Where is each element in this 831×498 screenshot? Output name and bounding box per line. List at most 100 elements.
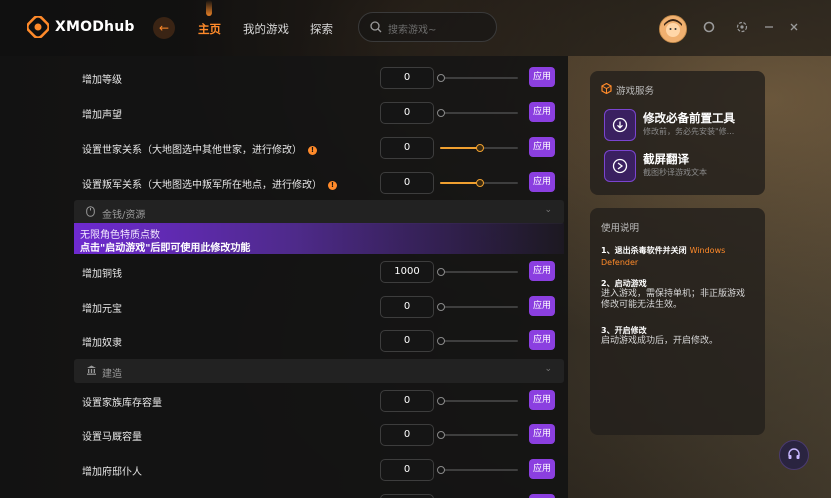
step-body: 进入游戏，需保持单机；非正版游戏修改可能无法生效。 <box>601 289 746 310</box>
mod-label: 增加元宝 <box>82 304 122 315</box>
value-slider[interactable] <box>437 466 518 474</box>
slider-handle[interactable] <box>437 466 445 474</box>
value-input[interactable]: 1000 <box>380 261 434 283</box>
value-input[interactable]: 0 <box>380 296 434 318</box>
mod-row: 设置叛军关系（大地图选中叛军所在地点，进行修改）! 0 应用 <box>70 166 568 200</box>
brand-name: XMODhub <box>55 19 135 35</box>
usage-step-3: 3、开启修改 启动游戏成功后，开启修改。 <box>601 325 753 347</box>
slider-handle[interactable] <box>476 179 484 187</box>
service-title: 修改必备前置工具 <box>643 111 735 125</box>
value-slider[interactable] <box>437 303 518 311</box>
search-input[interactable]: 搜索游戏~ <box>358 12 497 42</box>
value-input[interactable]: 0 <box>380 67 434 89</box>
apply-button[interactable]: 应用 <box>529 261 555 281</box>
translate-icon <box>604 150 636 182</box>
value-input[interactable]: 0 <box>380 102 434 124</box>
service-subtitle: 截图秒译游戏文本 <box>643 168 707 177</box>
slider-handle[interactable] <box>476 144 484 152</box>
section-header-money[interactable]: 金钱/资源 ⌄ <box>74 200 564 224</box>
apply-button[interactable]: 应用 <box>529 459 555 479</box>
mod-label: 增加声望 <box>82 110 122 121</box>
apply-button[interactable]: 应用 <box>529 137 555 157</box>
step-body: 启动游戏成功后，开启修改。 <box>601 336 719 346</box>
mod-row: 增加等级 0 应用 <box>70 61 568 95</box>
value-slider[interactable] <box>437 397 518 405</box>
mod-row: 增加声望 0 应用 <box>70 96 568 130</box>
apply-button[interactable]: 应用 <box>529 172 555 192</box>
nav-home[interactable]: 主页 <box>198 21 221 37</box>
slider-handle[interactable] <box>437 397 445 405</box>
nav-explore[interactable]: 探索 <box>310 21 333 37</box>
avatar[interactable] <box>659 15 687 43</box>
slider-handle[interactable] <box>437 431 445 439</box>
arrow-left-icon: ← <box>158 21 170 35</box>
service-title: 截屏翻译 <box>643 152 689 166</box>
close-icon[interactable] <box>787 20 801 34</box>
feature-banner: 无限角色特质点数 点击"启动游戏"后即可使用此修改功能 <box>74 223 564 254</box>
service-screenshot-translate[interactable]: 截屏翻译 截图秒译游戏文本 <box>604 150 764 184</box>
building-icon <box>86 365 97 378</box>
value-slider[interactable] <box>437 74 518 82</box>
apply-button[interactable]: 应用 <box>529 67 555 87</box>
value-input[interactable]: 0 <box>380 424 434 446</box>
value-slider[interactable] <box>440 144 518 152</box>
mods-panel: 增加等级 0 应用 增加声望 0 应用 设置世家关系（大地图选中其他世家，进行修… <box>70 56 568 498</box>
section-header-build[interactable]: 建造 ⌄ <box>74 359 564 383</box>
support-button[interactable] <box>779 440 809 470</box>
apply-button[interactable]: 应用 <box>529 330 555 350</box>
usage-step-2: 2、启动游戏 进入游戏，需保持单机；非正版游戏修改可能无法生效。 <box>601 278 753 311</box>
slider-handle[interactable] <box>437 74 445 82</box>
apply-button[interactable]: 应用 <box>529 102 555 122</box>
value-input[interactable]: 0 <box>380 172 434 194</box>
active-tab-indicator <box>206 0 212 16</box>
logo-icon <box>26 15 50 39</box>
warning-icon[interactable]: ! <box>308 146 317 155</box>
slider-handle[interactable] <box>437 337 445 345</box>
slider-handle[interactable] <box>437 303 445 311</box>
search-placeholder: 搜索游戏~ <box>388 25 437 36</box>
value-slider[interactable] <box>437 431 518 439</box>
apply-button[interactable]: 应用 <box>529 390 555 410</box>
mouse-icon <box>86 206 95 220</box>
section-title: 金钱/资源 <box>102 210 146 221</box>
mod-label: 设置家族库存容量 <box>82 398 162 409</box>
apply-button[interactable]: 应用 <box>529 296 555 316</box>
value-slider[interactable] <box>437 268 518 276</box>
slider-fill <box>440 147 479 149</box>
chevron-down-icon: ⌄ <box>544 205 552 215</box>
value-slider[interactable] <box>437 337 518 345</box>
mod-label: 设置叛军关系（大地图选中叛军所在地点，进行修改）! <box>82 176 337 191</box>
mod-label: 设置世家关系（大地图选中其他世家，进行修改）! <box>82 141 317 156</box>
service-prereq-tools[interactable]: 修改必备前置工具 修改前，务必先安装"修... <box>604 109 764 143</box>
headset-icon <box>787 447 801 464</box>
value-input[interactable]: 0 <box>380 390 434 412</box>
mod-row: 增加奴隶 0 应用 <box>70 324 568 358</box>
mod-row-partial <box>70 488 568 498</box>
apply-button[interactable] <box>529 494 555 498</box>
service-subtitle: 修改前，务必先安装"修... <box>643 127 735 136</box>
logo: XMODhub <box>26 15 135 39</box>
value-slider[interactable] <box>440 179 518 187</box>
mod-label: 增加奴隶 <box>82 338 122 349</box>
minimize-icon[interactable] <box>762 20 776 34</box>
section-title: 建造 <box>102 369 122 380</box>
nav-my-games[interactable]: 我的游戏 <box>243 21 289 37</box>
power-icon[interactable] <box>702 20 716 34</box>
slider-handle[interactable] <box>437 268 445 276</box>
mod-label: 增加铜钱 <box>82 269 122 280</box>
value-input[interactable] <box>380 494 434 498</box>
download-icon <box>604 109 636 141</box>
game-services-card: 游戏服务 修改必备前置工具 修改前，务必先安装"修... 截屏翻译 截图秒译游戏… <box>590 71 765 195</box>
back-button[interactable]: ← <box>153 17 175 39</box>
warning-icon[interactable]: ! <box>328 181 337 190</box>
apply-button[interactable]: 应用 <box>529 424 555 444</box>
slider-handle[interactable] <box>437 109 445 117</box>
settings-icon[interactable] <box>735 20 749 34</box>
mod-row: 设置马厩容量 0 应用 <box>70 418 568 452</box>
cube-icon <box>601 82 612 95</box>
value-slider[interactable] <box>437 109 518 117</box>
usage-step-1: 1、退出杀毒软件并关闭 Windows Defender <box>601 246 726 267</box>
value-input[interactable]: 0 <box>380 330 434 352</box>
value-input[interactable]: 0 <box>380 137 434 159</box>
value-input[interactable]: 0 <box>380 459 434 481</box>
